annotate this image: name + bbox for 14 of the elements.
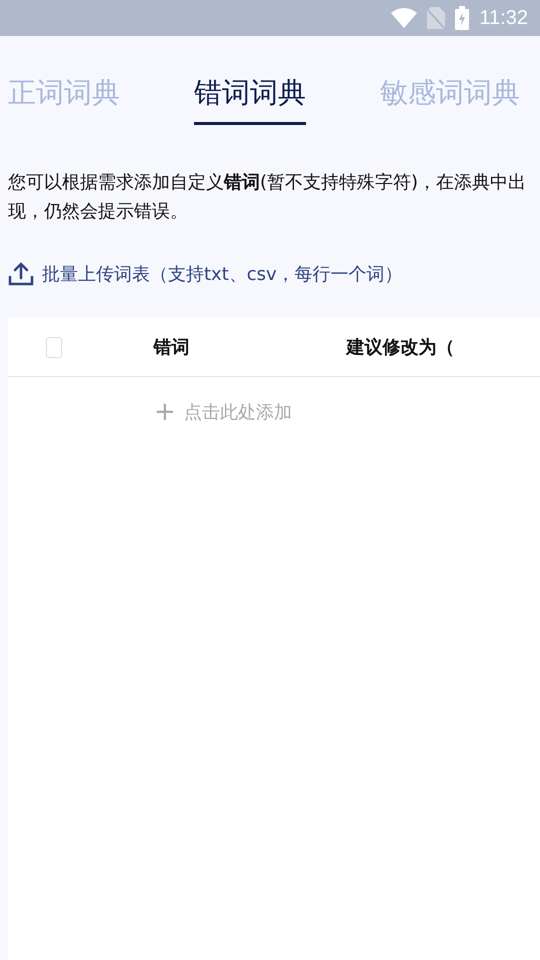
- add-row-button[interactable]: + 点击此处添加: [154, 399, 292, 425]
- column-header: 建议修改为（: [346, 336, 456, 359]
- upload-link[interactable]: 批量上传词表（支持txt、csv，每行一个词）: [42, 262, 403, 286]
- tab[interactable]: 敏感词词典: [380, 74, 520, 125]
- tab[interactable]: 错词词典: [194, 74, 306, 125]
- status-time: 11:32: [479, 6, 528, 30]
- description-text: 您可以根据需求添加自定义错词(暂不支持特殊字符)，在添典中出现，仍然会提示错误。: [8, 171, 528, 224]
- battery-icon: [455, 6, 470, 30]
- no-sim-icon: [427, 7, 446, 29]
- wifi-icon: [391, 8, 418, 28]
- upload-icon[interactable]: [8, 262, 34, 286]
- select-all-checkbox[interactable]: [46, 336, 62, 358]
- column-header: 错词: [153, 336, 190, 359]
- tab[interactable]: 正词词典: [8, 74, 120, 125]
